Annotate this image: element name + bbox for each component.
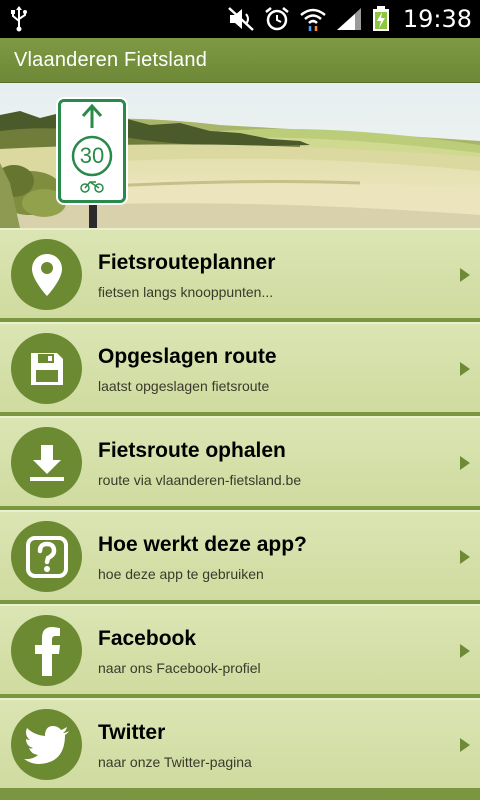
menu-item-subtitle: hoe deze app te gebruiken: [98, 566, 264, 582]
menu-icon-circle: [11, 521, 82, 592]
chevron-right-icon: [460, 550, 470, 564]
sign-number: 30: [79, 143, 105, 168]
action-bar: Vlaanderen Fietsland: [0, 38, 480, 83]
menu-icon-circle: [11, 239, 82, 310]
battery-charging-icon: [372, 6, 389, 31]
chevron-right-icon: [460, 738, 470, 752]
menu-item-saved-route[interactable]: Opgeslagen route laatst opgeslagen fiets…: [0, 322, 480, 412]
menu-icon-circle: [11, 615, 82, 686]
menu-item-subtitle: laatst opgeslagen fietsroute: [98, 378, 270, 394]
twitter-icon: [23, 725, 69, 764]
menu-item-help[interactable]: Hoe werkt deze app? hoe deze app te gebr…: [0, 510, 480, 600]
menu-item-title: Twitter: [98, 721, 166, 744]
status-bar: 19:38: [0, 0, 480, 38]
menu-icon-circle: [11, 427, 82, 498]
menu-item-subtitle: naar ons Facebook-profiel: [98, 660, 261, 676]
chevron-right-icon: [460, 456, 470, 470]
facebook-icon: [34, 626, 60, 676]
download-icon: [29, 444, 64, 481]
menu-item-subtitle: route via vlaanderen-fietsland.be: [98, 472, 302, 488]
menu-item-subtitle: fietsen langs knooppunten...: [98, 284, 274, 300]
usb-icon: [11, 6, 27, 32]
wifi-icon: [300, 8, 326, 31]
menu-item-fetch-route[interactable]: Fietsroute ophalen route via vlaanderen-…: [0, 416, 480, 506]
help-icon: [25, 535, 68, 578]
menu-item-title: Fietsroute ophalen: [98, 439, 286, 462]
save-icon: [30, 352, 63, 385]
menu-item-title: Fietsrouteplanner: [98, 251, 276, 274]
mute-icon: [227, 7, 254, 31]
alarm-icon: [265, 7, 289, 31]
menu-item-title: Hoe werkt deze app?: [98, 533, 307, 556]
signal-icon: [336, 8, 361, 30]
chevron-right-icon: [460, 362, 470, 376]
clock: 19:38: [402, 5, 472, 33]
menu-item-title: Opgeslagen route: [98, 345, 277, 368]
main-menu: Fietsrouteplanner fietsen langs knooppun…: [0, 228, 480, 800]
menu-icon-circle: [11, 333, 82, 404]
header-banner: 30: [0, 83, 480, 228]
location-pin-icon: [31, 253, 62, 296]
menu-item-subtitle: naar onze Twitter-pagina: [98, 754, 252, 770]
chevron-right-icon: [460, 644, 470, 658]
cycle-route-sign: 30: [58, 99, 126, 203]
menu-item-routeplanner[interactable]: Fietsrouteplanner fietsen langs knooppun…: [0, 228, 480, 318]
chevron-right-icon: [460, 268, 470, 282]
app-title: Vlaanderen Fietsland: [14, 49, 208, 71]
menu-item-title: Facebook: [98, 627, 197, 650]
menu-item-twitter[interactable]: Twitter naar onze Twitter-pagina: [0, 698, 480, 788]
menu-icon-circle: [11, 709, 82, 780]
menu-item-facebook[interactable]: Facebook naar ons Facebook-profiel: [0, 604, 480, 694]
